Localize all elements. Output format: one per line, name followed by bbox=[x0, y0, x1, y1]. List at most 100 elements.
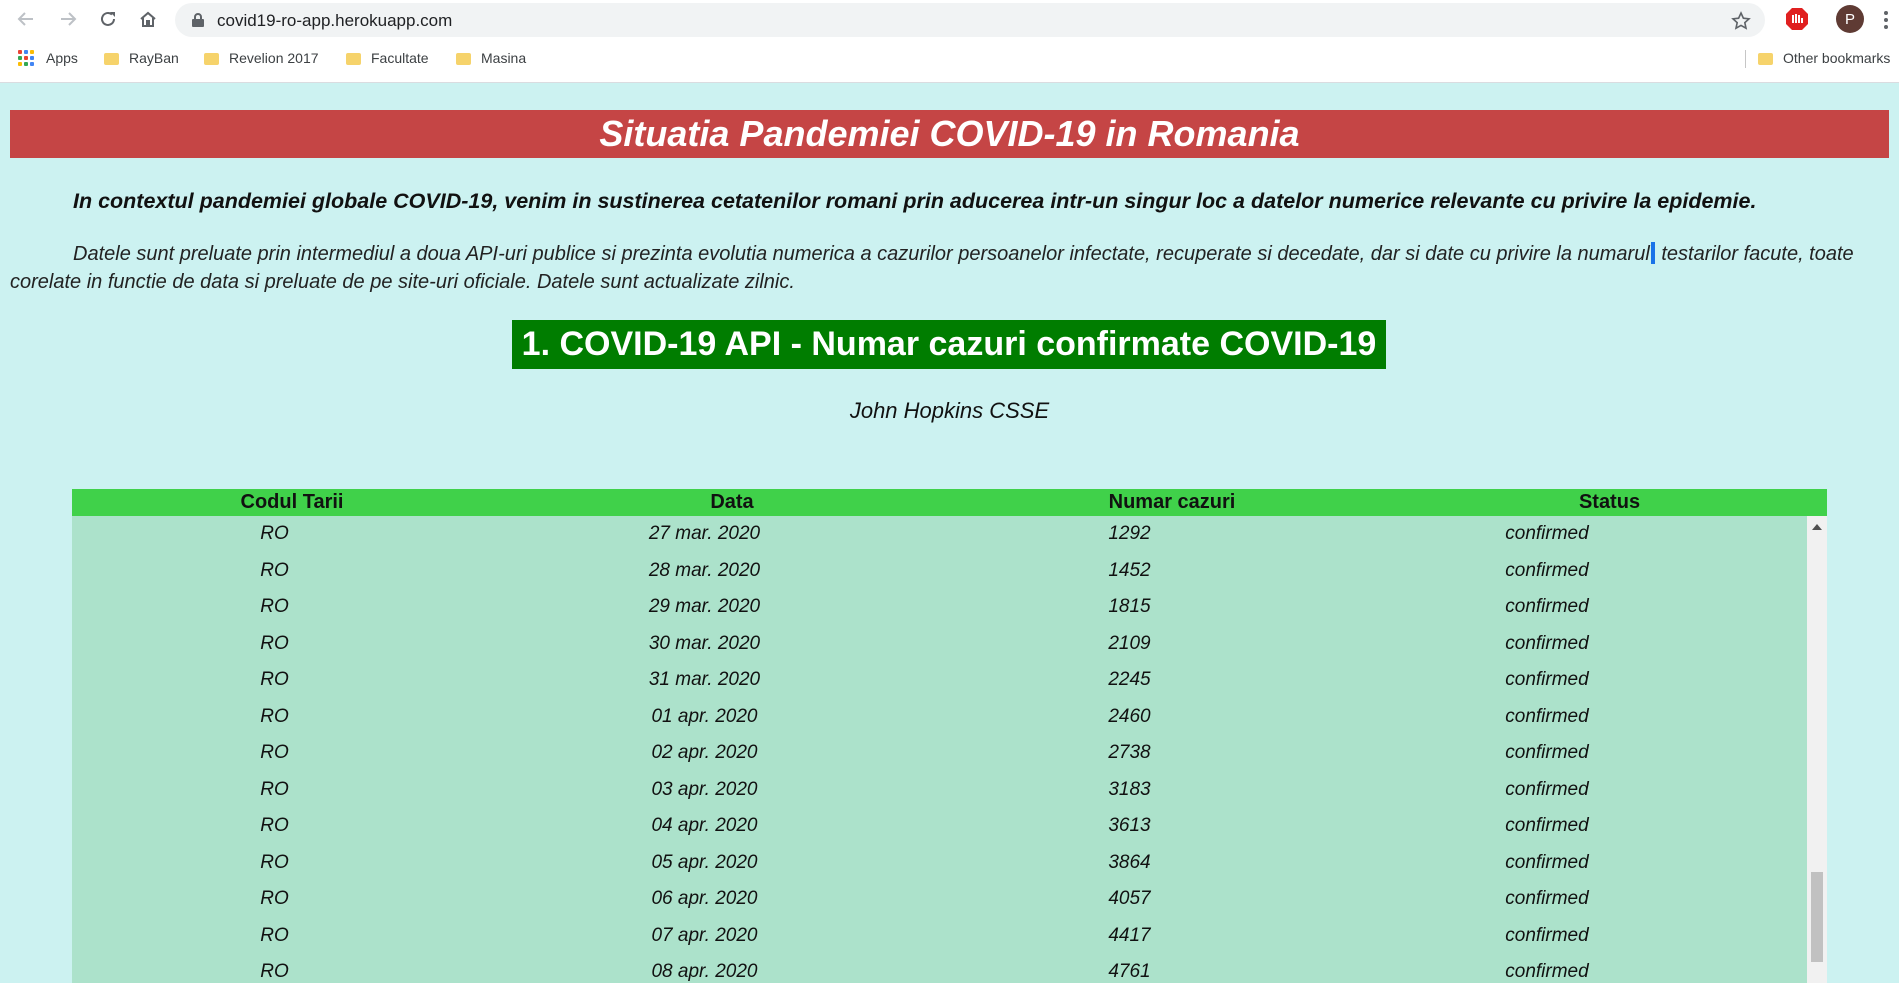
cell-date: 08 apr. 2020 bbox=[651, 961, 758, 983]
table-row: RO 01 apr. 2020 2460 confirmed bbox=[72, 699, 1807, 736]
cell-date: 06 apr. 2020 bbox=[651, 888, 758, 910]
cell-status: confirmed bbox=[1505, 559, 1589, 581]
bookmark-masina[interactable]: Masina bbox=[456, 45, 526, 71]
cell-cases: 1452 bbox=[1108, 559, 1151, 581]
table-body: RO 27 mar. 2020 1292 confirmed RO 28 mar. 202… bbox=[72, 516, 1807, 983]
column-header-date[interactable]: Data bbox=[512, 489, 952, 516]
column-header-status[interactable]: Status bbox=[1392, 489, 1827, 516]
cell-country-code: RO bbox=[260, 523, 289, 545]
data-source-label: John Hopkins CSSE bbox=[849, 398, 1050, 423]
back-arrow-icon bbox=[17, 12, 33, 26]
cell-country-code: RO bbox=[260, 669, 289, 691]
cell-cases: 4417 bbox=[1108, 924, 1151, 946]
cell-country-code: RO bbox=[260, 742, 289, 764]
cell-country-code: RO bbox=[260, 778, 289, 800]
cases-table: Codul Tarii Data Numar cazuri Status RO 2… bbox=[72, 489, 1827, 983]
cell-status: confirmed bbox=[1505, 596, 1589, 618]
reload-button[interactable] bbox=[94, 6, 122, 32]
cell-country-code: RO bbox=[260, 851, 289, 873]
table-header: Codul Tarii Data Numar cazuri Status bbox=[72, 489, 1827, 516]
description-paragraph: Datele sunt preluate prin intermediul a … bbox=[10, 240, 1880, 296]
bookmark-other[interactable]: Other bookmarks bbox=[1758, 45, 1890, 71]
table-row: RO 04 apr. 2020 3613 confirmed bbox=[72, 808, 1807, 845]
bookmark-revelion-2017[interactable]: Revelion 2017 bbox=[204, 45, 319, 71]
cell-date: 04 apr. 2020 bbox=[651, 815, 758, 837]
table-row: RO 06 apr. 2020 4057 confirmed bbox=[72, 881, 1807, 918]
home-icon bbox=[140, 11, 156, 27]
cell-cases: 1815 bbox=[1108, 596, 1151, 618]
cell-date: 28 mar. 2020 bbox=[648, 559, 761, 581]
cell-cases: 4761 bbox=[1108, 961, 1151, 983]
adblock-extension-icon[interactable] bbox=[1784, 6, 1810, 32]
profile-avatar[interactable]: P bbox=[1836, 5, 1864, 33]
cell-date: 07 apr. 2020 bbox=[651, 924, 758, 946]
table-row: RO 03 apr. 2020 3183 confirmed bbox=[72, 772, 1807, 809]
bookmark-label: RayBan bbox=[129, 50, 179, 66]
text-cursor bbox=[1650, 242, 1655, 264]
forward-arrow-icon bbox=[61, 12, 77, 26]
cell-country-code: RO bbox=[260, 596, 289, 618]
cell-date: 01 apr. 2020 bbox=[651, 705, 758, 727]
back-button[interactable] bbox=[12, 6, 40, 32]
cell-status: confirmed bbox=[1505, 815, 1589, 837]
cell-cases: 2460 bbox=[1108, 705, 1151, 727]
cell-cases: 4057 bbox=[1108, 888, 1151, 910]
cell-status: confirmed bbox=[1505, 851, 1589, 873]
description-text-start: Datele sunt preluate prin intermediul a … bbox=[73, 243, 1650, 265]
folder-icon bbox=[1758, 53, 1773, 65]
forward-button[interactable] bbox=[54, 6, 82, 32]
cell-country-code: RO bbox=[260, 632, 289, 654]
menu-dots-icon[interactable] bbox=[1880, 7, 1892, 33]
cell-status: confirmed bbox=[1505, 669, 1589, 691]
cell-status: confirmed bbox=[1505, 632, 1589, 654]
table-row: RO 08 apr. 2020 4761 confirmed bbox=[72, 954, 1807, 983]
cell-date: 03 apr. 2020 bbox=[651, 778, 758, 800]
cell-cases: 2245 bbox=[1108, 669, 1151, 691]
folder-icon bbox=[346, 53, 361, 65]
section-title: 1. COVID-19 API - Numar cazuri confirmat… bbox=[512, 320, 1386, 369]
bookmark-star-icon[interactable] bbox=[1731, 11, 1751, 31]
bookmark-label: Other bookmarks bbox=[1783, 50, 1891, 66]
table-row: RO 05 apr. 2020 3864 confirmed bbox=[72, 845, 1807, 882]
page-title: Situatia Pandemiei COVID-19 in Romania bbox=[599, 113, 1300, 154]
apps-grid-icon bbox=[18, 50, 34, 66]
cell-country-code: RO bbox=[260, 924, 289, 946]
table-row: RO 28 mar. 2020 1452 confirmed bbox=[72, 553, 1807, 590]
cell-date: 31 mar. 2020 bbox=[648, 669, 761, 691]
cell-status: confirmed bbox=[1505, 961, 1589, 983]
table-scrollbar[interactable] bbox=[1807, 516, 1827, 983]
cell-date: 05 apr. 2020 bbox=[651, 851, 758, 873]
bookmark-label: Apps bbox=[46, 50, 78, 66]
table-row: RO 29 mar. 2020 1815 confirmed bbox=[72, 589, 1807, 626]
cell-date: 30 mar. 2020 bbox=[648, 632, 761, 654]
table-row: RO 30 mar. 2020 2109 confirmed bbox=[72, 626, 1807, 663]
cell-date: 27 mar. 2020 bbox=[648, 523, 761, 545]
home-button[interactable] bbox=[134, 6, 162, 32]
title-banner: Situatia Pandemiei COVID-19 in Romania bbox=[10, 110, 1889, 158]
cell-cases: 3613 bbox=[1108, 815, 1151, 837]
bookmark-label: Masina bbox=[481, 50, 527, 66]
bookmark-apps[interactable]: Apps bbox=[18, 45, 78, 71]
column-header-cases[interactable]: Numar cazuri bbox=[952, 489, 1392, 516]
cell-status: confirmed bbox=[1505, 705, 1589, 727]
cell-status: confirmed bbox=[1505, 924, 1589, 946]
cell-status: confirmed bbox=[1505, 888, 1589, 910]
cell-cases: 3864 bbox=[1108, 851, 1151, 873]
folder-icon bbox=[456, 53, 471, 65]
scroll-up-arrow-icon[interactable] bbox=[1812, 524, 1822, 530]
cell-date: 29 mar. 2020 bbox=[648, 596, 761, 618]
bookmark-rayban[interactable]: RayBan bbox=[104, 45, 179, 71]
scrollbar-thumb[interactable] bbox=[1811, 872, 1823, 962]
bookmark-facultate[interactable]: Facultate bbox=[346, 45, 429, 71]
address-bar[interactable]: covid19-ro-app.herokuapp.com bbox=[175, 3, 1765, 37]
cell-cases: 3183 bbox=[1108, 778, 1151, 800]
lock-icon bbox=[192, 13, 204, 27]
column-header-country-code[interactable]: Codul Tarii bbox=[72, 489, 512, 516]
table-row: RO 27 mar. 2020 1292 confirmed bbox=[72, 516, 1807, 553]
folder-icon bbox=[104, 53, 119, 65]
bookmarks-bar: Apps RayBan Revelion 2017 Facultate Masi… bbox=[0, 45, 1899, 71]
cell-country-code: RO bbox=[260, 815, 289, 837]
table-row: RO 07 apr. 2020 4417 confirmed bbox=[72, 918, 1807, 955]
bookmark-label: Revelion 2017 bbox=[229, 50, 319, 66]
table-row: RO 31 mar. 2020 2245 confirmed bbox=[72, 662, 1807, 699]
